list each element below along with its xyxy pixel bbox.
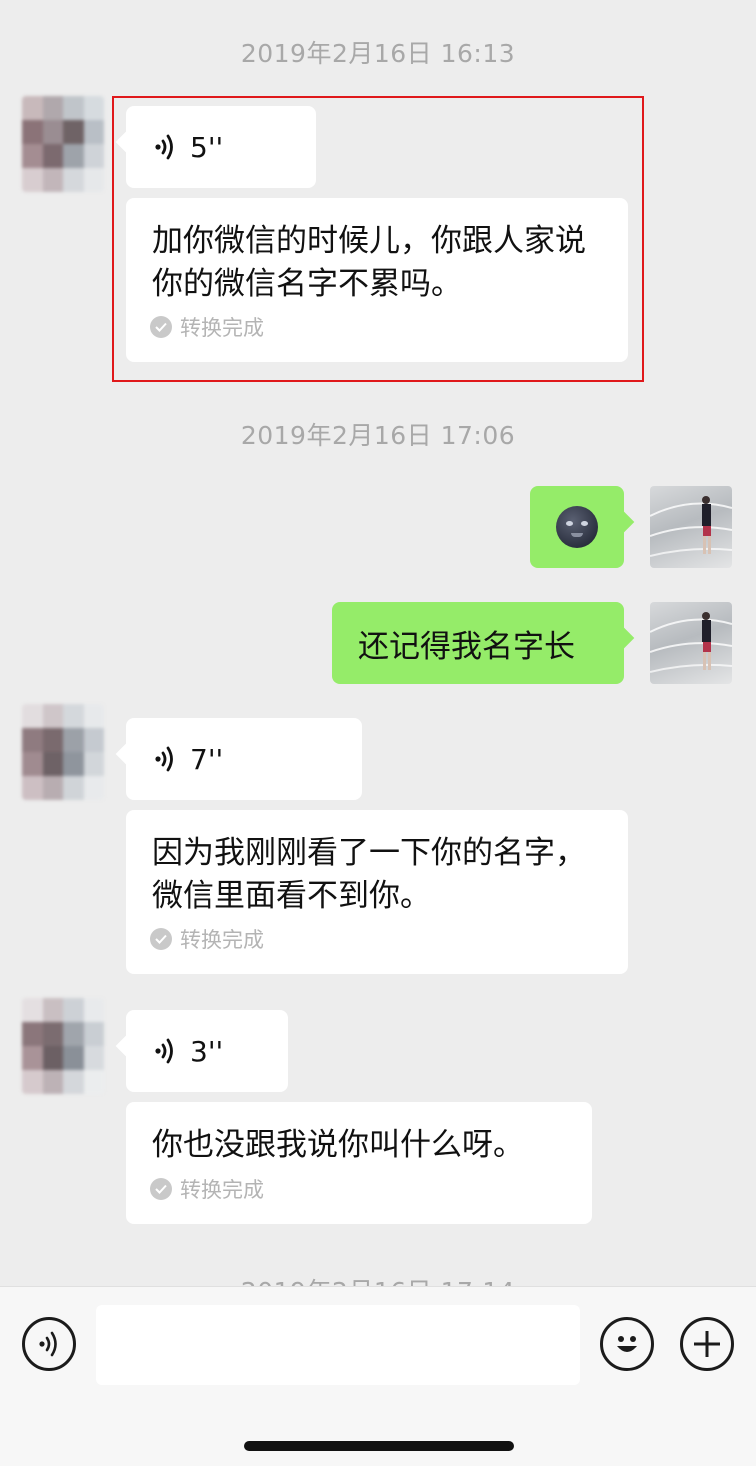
transcript-text: 你也没跟我说你叫什么呀。: [152, 1127, 524, 1163]
message-text: 还记得我名字长: [358, 628, 575, 665]
transcript-text: 因为我刚刚看了一下你的名字，微信里面看不到你。: [152, 835, 586, 914]
contact-avatar[interactable]: [22, 96, 104, 192]
voice-duration: 3'': [190, 1034, 224, 1068]
voice-transcript-card[interactable]: 因为我刚刚看了一下你的名字，微信里面看不到你。 转换完成: [126, 810, 628, 974]
timestamp: 2019年2月16日 16:13: [240, 39, 516, 68]
new-moon-face-icon: [556, 506, 598, 548]
emoji-icon[interactable]: [600, 1317, 654, 1371]
sent-message[interactable]: [530, 486, 635, 568]
voice-input-icon[interactable]: [22, 1317, 76, 1371]
message-input[interactable]: [96, 1305, 580, 1385]
status-label: 转换完成: [180, 1178, 264, 1202]
my-avatar[interactable]: [650, 602, 732, 684]
contact-avatar[interactable]: [22, 998, 104, 1094]
timestamp: 2019年2月16日 17:06: [240, 421, 516, 450]
voice-wave-icon: [154, 745, 176, 773]
voice-wave-icon: [154, 1037, 176, 1065]
status-label: 转换完成: [180, 928, 264, 952]
voice-transcript-card[interactable]: 你也没跟我说你叫什么呀。 转换完成: [126, 1102, 592, 1224]
plus-icon[interactable]: [680, 1317, 734, 1371]
voice-message[interactable]: 7'': [115, 718, 362, 800]
voice-message[interactable]: 3'': [115, 1010, 288, 1092]
annotation-highlight-box: [112, 96, 644, 382]
sent-message[interactable]: 还记得我名字长: [332, 602, 635, 684]
contact-avatar[interactable]: [22, 704, 104, 800]
conversion-status: 转换完成: [150, 924, 264, 954]
home-indicator: [244, 1441, 514, 1451]
check-circle-icon: [150, 1178, 172, 1200]
chat-input-bar: [0, 1286, 756, 1466]
conversion-status: 转换完成: [150, 1174, 264, 1204]
check-circle-icon: [150, 928, 172, 950]
voice-duration: 7'': [190, 742, 224, 776]
my-avatar[interactable]: [650, 486, 732, 568]
